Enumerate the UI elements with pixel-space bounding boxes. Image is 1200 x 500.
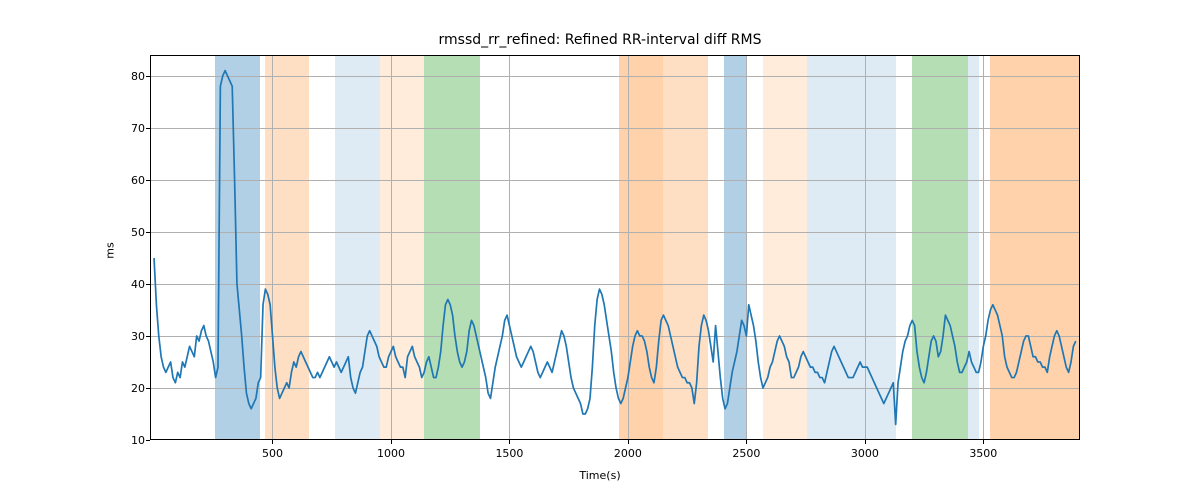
x-tick-label: 2500 xyxy=(716,447,776,460)
x-tick-label: 1000 xyxy=(361,447,421,460)
y-tick-label: 50 xyxy=(95,227,145,238)
y-tick-label: 10 xyxy=(95,435,145,446)
line-series-svg xyxy=(150,55,1080,440)
y-tick-label: 20 xyxy=(95,383,145,394)
plot-area xyxy=(150,55,1080,440)
y-tick-label: 40 xyxy=(95,279,145,290)
figure: rmssd_rr_refined: Refined RR-interval di… xyxy=(0,0,1200,500)
line-series xyxy=(154,71,1076,425)
x-tick-label: 1500 xyxy=(479,447,539,460)
x-tick-label: 3000 xyxy=(835,447,895,460)
x-tick-label: 3500 xyxy=(953,447,1013,460)
x-tick-label: 2000 xyxy=(598,447,658,460)
chart-title: rmssd_rr_refined: Refined RR-interval di… xyxy=(0,32,1200,48)
x-tick-label: 500 xyxy=(242,447,302,460)
x-axis-label: Time(s) xyxy=(0,469,1200,482)
y-tick-label: 60 xyxy=(95,175,145,186)
y-tick-label: 70 xyxy=(95,123,145,134)
y-tick-label: 80 xyxy=(95,71,145,82)
y-tick-label: 30 xyxy=(95,331,145,342)
